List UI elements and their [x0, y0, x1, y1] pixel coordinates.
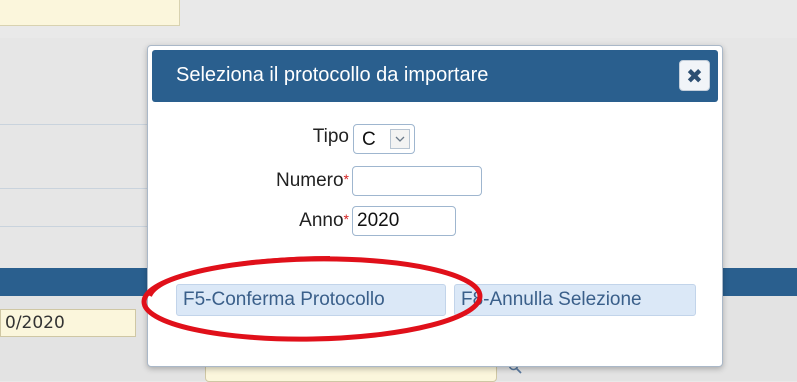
tipo-label: Tipo: [313, 126, 349, 148]
divider: [0, 226, 150, 227]
required-mark: *: [343, 171, 349, 187]
tipo-label-text: Tipo: [312, 126, 349, 147]
background-date-field[interactable]: 0/2020: [0, 309, 136, 337]
anno-label: Anno*: [299, 210, 349, 232]
numero-row: Numero*: [148, 166, 722, 198]
tipo-row: Tipo C: [148, 122, 722, 154]
divider: [0, 124, 150, 125]
confirm-protocol-button[interactable]: F5-Conferma Protocollo: [176, 284, 446, 316]
close-x-icon: ✖: [686, 63, 703, 88]
anno-input[interactable]: 2020: [352, 206, 456, 236]
required-mark: *: [343, 211, 349, 227]
anno-label-text: Anno: [299, 210, 344, 231]
background-field[interactable]: [0, 0, 180, 26]
chevron-down-icon[interactable]: [390, 129, 410, 149]
divider: [0, 188, 150, 189]
tipo-select-value: C: [362, 129, 376, 150]
dialog-title: Seleziona il protocollo da importare: [176, 64, 489, 86]
cancel-selection-button[interactable]: F8-Annulla Selezione: [454, 284, 696, 316]
dialog-header: Seleziona il protocollo da importare ✖: [152, 50, 718, 102]
numero-label-text: Numero: [275, 170, 344, 191]
protocol-select-dialog: Seleziona il protocollo da importare ✖ T…: [147, 45, 723, 367]
anno-row: Anno* 2020: [148, 206, 722, 238]
close-button[interactable]: ✖: [679, 60, 710, 91]
numero-input[interactable]: [352, 166, 482, 196]
tipo-select[interactable]: C: [353, 124, 415, 154]
numero-label: Numero*: [276, 170, 349, 192]
